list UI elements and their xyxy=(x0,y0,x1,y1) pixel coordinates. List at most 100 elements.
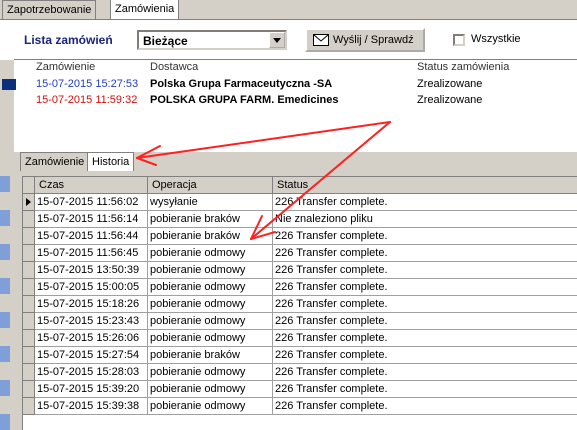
gutter-stripe xyxy=(0,278,10,294)
table-row[interactable]: 15-07-2015 11:56:45 pobieranie odmowy 22… xyxy=(23,245,577,262)
cell-operation: pobieranie odmowy xyxy=(148,296,273,313)
gutter-stripe xyxy=(0,176,10,192)
row-indicator xyxy=(23,279,35,296)
table-row[interactable]: 15-07-2015 11:56:44 pobieranie braków 22… xyxy=(23,228,577,245)
table-row[interactable]: 15-07-2015 11:56:02 wysyłanie 226 Transf… xyxy=(23,194,577,211)
table-row[interactable]: 15-07-2015 15:26:06 pobieranie odmowy 22… xyxy=(23,330,577,347)
row-indicator xyxy=(23,228,35,245)
order-status: Zrealizowane xyxy=(417,78,483,90)
order-row[interactable]: 15-07-2015 15:27:53 Polska Grupa Farmace… xyxy=(2,76,577,92)
send-button-label: Wyślij / Sprawdź xyxy=(333,34,414,46)
cell-status: 226 Transfer complete. xyxy=(273,194,577,211)
cell-operation: pobieranie odmowy xyxy=(148,398,273,415)
order-status: Zrealizowane xyxy=(417,94,483,106)
cell-status: 226 Transfer complete. xyxy=(273,228,577,245)
orders-filter-select[interactable]: Bieżące xyxy=(137,30,287,50)
row-indicator xyxy=(23,364,35,381)
table-row[interactable]: 15-07-2015 15:39:38 pobieranie odmowy 22… xyxy=(23,398,577,415)
all-checkbox[interactable] xyxy=(453,34,465,46)
cell-time: 15-07-2015 11:56:44 xyxy=(35,228,148,245)
row-indicator xyxy=(23,211,35,228)
cell-operation: pobieranie odmowy xyxy=(148,364,273,381)
gutter-stripe xyxy=(0,380,10,396)
history-grid: Czas Operacja Status 15-07-2015 11:56:02… xyxy=(22,176,577,430)
orders-col-dostawca: Dostawca xyxy=(150,61,199,73)
order-row[interactable]: 15-07-2015 11:59:32 POLSKA GRUPA FARM. E… xyxy=(14,92,577,108)
row-indicator xyxy=(23,262,35,279)
table-row[interactable]: 15-07-2015 13:50:39 pobieranie odmowy 22… xyxy=(23,262,577,279)
cell-operation: pobieranie braków xyxy=(148,211,273,228)
cell-time: 15-07-2015 15:18:26 xyxy=(35,296,148,313)
grid-corner xyxy=(23,177,35,194)
order-supplier: POLSKA GRUPA FARM. Emedicines xyxy=(150,94,339,106)
order-date: 15-07-2015 15:27:53 xyxy=(36,78,139,90)
orders-col-status: Status zamówienia xyxy=(417,61,510,73)
orders-list: Zamówienie Dostawca Status zamówienia 15… xyxy=(2,59,577,152)
table-row[interactable]: 15-07-2015 15:23:43 pobieranie odmowy 22… xyxy=(23,313,577,330)
gutter-stripe xyxy=(0,210,10,226)
cell-operation: pobieranie odmowy xyxy=(148,330,273,347)
cell-time: 15-07-2015 15:27:54 xyxy=(35,347,148,364)
left-gutter xyxy=(0,176,14,430)
table-row[interactable]: 15-07-2015 15:18:26 pobieranie odmowy 22… xyxy=(23,296,577,313)
cell-time: 15-07-2015 15:28:03 xyxy=(35,364,148,381)
row-indicator xyxy=(23,381,35,398)
cell-operation: pobieranie odmowy xyxy=(148,381,273,398)
envelope-icon xyxy=(313,34,329,49)
cell-status: 226 Transfer complete. xyxy=(273,381,577,398)
tab-label: Zamówienia xyxy=(115,3,175,15)
orders-toolbar: Lista zamówień Bieżące Wyślij / Sprawdź … xyxy=(0,19,577,60)
cell-time: 15-07-2015 15:00:05 xyxy=(35,279,148,296)
selected-row-marker xyxy=(2,79,16,90)
cell-operation: pobieranie braków xyxy=(148,347,273,364)
row-indicator xyxy=(23,347,35,364)
cell-time: 15-07-2015 15:26:06 xyxy=(35,330,148,347)
cell-time: 15-07-2015 11:56:14 xyxy=(35,211,148,228)
cell-operation: pobieranie braków xyxy=(148,228,273,245)
send-check-button[interactable]: Wyślij / Sprawdź xyxy=(305,28,425,52)
cell-time: 15-07-2015 13:50:39 xyxy=(35,262,148,279)
cell-time: 15-07-2015 11:56:45 xyxy=(35,245,148,262)
chevron-down-icon[interactable] xyxy=(269,32,285,48)
cell-time: 15-07-2015 11:56:02 xyxy=(35,194,148,211)
cell-time: 15-07-2015 15:23:43 xyxy=(35,313,148,330)
gutter-stripe xyxy=(0,312,10,328)
history-col-operacja[interactable]: Operacja xyxy=(148,177,273,194)
row-indicator xyxy=(23,330,35,347)
tab-zamowienia[interactable]: Zamówienia xyxy=(110,0,180,20)
cell-status: 226 Transfer complete. xyxy=(273,330,577,347)
cell-status: 226 Transfer complete. xyxy=(273,262,577,279)
tab-label: Zamówienie xyxy=(25,156,85,168)
gutter-stripe xyxy=(0,244,10,260)
tab-historia[interactable]: Historia xyxy=(87,152,135,171)
row-indicator xyxy=(23,398,35,415)
row-indicator xyxy=(23,245,35,262)
tab-zapotrzebowanie[interactable]: Zapotrzebowanie xyxy=(2,0,97,19)
cell-time: 15-07-2015 15:39:38 xyxy=(35,398,148,415)
table-row[interactable]: 15-07-2015 15:00:05 pobieranie odmowy 22… xyxy=(23,279,577,296)
row-indicator xyxy=(23,296,35,313)
history-col-status[interactable]: Status xyxy=(273,177,577,194)
orders-col-zamowienie: Zamówienie xyxy=(36,61,96,73)
cell-operation: wysyłanie xyxy=(148,194,273,211)
table-row[interactable]: 15-07-2015 11:56:14 pobieranie braków Ni… xyxy=(23,211,577,228)
cell-status: Nie znaleziono pliku xyxy=(273,211,577,228)
cell-time: 15-07-2015 15:39:20 xyxy=(35,381,148,398)
tab-zamowienie[interactable]: Zamówienie xyxy=(20,152,90,171)
table-row[interactable]: 15-07-2015 15:39:20 pobieranie odmowy 22… xyxy=(23,381,577,398)
gutter-stripe xyxy=(0,414,10,430)
cell-operation: pobieranie odmowy xyxy=(148,245,273,262)
cell-status: 226 Transfer complete. xyxy=(273,296,577,313)
row-indicator xyxy=(23,313,35,330)
history-col-czas[interactable]: Czas xyxy=(35,177,148,194)
cell-status: 226 Transfer complete. xyxy=(273,364,577,381)
cell-status: 226 Transfer complete. xyxy=(273,279,577,296)
table-row[interactable]: 15-07-2015 15:27:54 pobieranie braków 22… xyxy=(23,347,577,364)
cell-operation: pobieranie odmowy xyxy=(148,262,273,279)
orders-list-title: Lista zamówień xyxy=(24,33,113,47)
order-date: 15-07-2015 11:59:32 xyxy=(36,94,138,106)
current-row-indicator xyxy=(23,194,35,211)
cell-operation: pobieranie odmowy xyxy=(148,279,273,296)
table-row[interactable]: 15-07-2015 15:28:03 pobieranie odmowy 22… xyxy=(23,364,577,381)
cell-status: 226 Transfer complete. xyxy=(273,313,577,330)
